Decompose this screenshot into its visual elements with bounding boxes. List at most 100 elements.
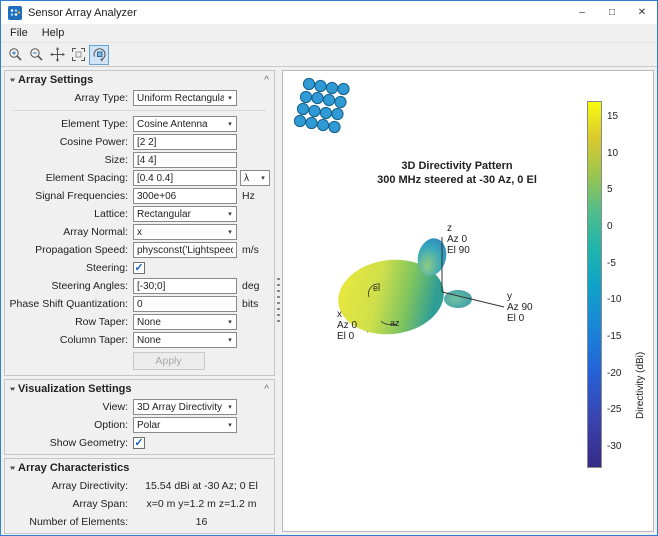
check-icon: ✓ xyxy=(134,262,144,274)
propagation-speed-input[interactable] xyxy=(133,242,237,258)
field-row-size: Size: xyxy=(5,151,274,169)
chevron-down-icon: ▾ xyxy=(228,422,232,429)
lattice-select[interactable]: Rectangular ▾ xyxy=(133,206,237,222)
colorbar-label: Directivity (dBi) xyxy=(635,351,646,419)
show-geometry-checkbox[interactable]: ✓ xyxy=(133,437,145,449)
splitter-grip[interactable] xyxy=(277,278,280,324)
chevron-down-icon: ▾ xyxy=(228,95,232,102)
rotate-3d-button[interactable] xyxy=(89,44,109,65)
element-spacing-input[interactable] xyxy=(133,170,237,186)
field-row-element-spacing: Element Spacing: λ ▾ xyxy=(5,169,274,187)
fit-to-view-button[interactable] xyxy=(68,45,88,65)
select-value: Uniform Rectangular xyxy=(137,92,224,104)
axis-label-line: y xyxy=(507,291,512,302)
collapse-icon[interactable]: ▾▾ xyxy=(10,464,15,472)
rotate-3d-icon xyxy=(93,48,106,62)
phase-shift-quantization-input[interactable] xyxy=(133,296,237,312)
field-row-array-normal: Array Normal: x ▾ xyxy=(5,223,274,241)
plot-title-line2: 300 MHz steered at -30 Az, 0 El xyxy=(377,174,537,186)
visualization-settings-panel: ▾▾ Visualization Settings ^ View: 3D Arr… xyxy=(4,379,275,455)
field-label: Cosine Power: xyxy=(59,136,128,148)
zoom-out-button[interactable] xyxy=(26,45,46,65)
chevron-down-icon: ▾ xyxy=(228,337,232,344)
field-label: Propagation Speed: xyxy=(35,244,128,256)
axis-label-line: Az 0 xyxy=(337,320,358,331)
az-label: az xyxy=(390,318,400,328)
window-title: Sensor Array Analyzer xyxy=(28,6,137,19)
apply-button[interactable]: Apply xyxy=(132,352,205,370)
fit-to-view-icon xyxy=(71,48,85,61)
field-row-column-taper: Column Taper: None ▾ xyxy=(5,331,274,349)
steering-checkbox[interactable]: ✓ xyxy=(133,262,145,274)
column-taper-select[interactable]: None ▾ xyxy=(133,332,237,348)
panel-title: Array Settings xyxy=(18,74,94,86)
cosine-power-input[interactable] xyxy=(133,134,237,150)
size-input[interactable] xyxy=(133,152,237,168)
field-row-propagation-speed: Propagation Speed: m/s xyxy=(5,241,274,259)
array-characteristics-panel: ▾▾ Array Characteristics Array Directivi… xyxy=(4,458,275,534)
array-type-select[interactable]: Uniform Rectangular ▾ xyxy=(133,90,237,106)
field-label: Steering Angles: xyxy=(51,280,128,292)
select-value: Rectangular xyxy=(137,208,191,220)
zoom-out-icon xyxy=(29,48,43,61)
steering-angles-input[interactable] xyxy=(133,278,237,294)
char-label: Number of Elements: xyxy=(29,516,128,528)
array-normal-select[interactable]: x ▾ xyxy=(133,224,237,240)
array-directivity-value: 15.54 dBi at -30 Az; 0 El xyxy=(145,480,258,492)
chevron-down-icon: ▾ xyxy=(228,121,232,128)
unit-label: m/s xyxy=(242,244,259,256)
colorbar-tick: 5 xyxy=(607,184,613,195)
element-type-select[interactable]: Cosine Antenna ▾ xyxy=(133,116,237,132)
zoom-in-icon xyxy=(8,48,22,61)
collapse-icon[interactable]: ▾▾ xyxy=(10,76,15,84)
spacing-unit-select[interactable]: λ ▾ xyxy=(240,170,270,186)
select-value: None xyxy=(137,316,161,328)
row-taper-select[interactable]: None ▾ xyxy=(133,314,237,330)
window-controls: – □ ✕ xyxy=(567,1,657,24)
field-label: Show Geometry: xyxy=(49,437,128,449)
chevron-down-icon: ▾ xyxy=(228,211,232,218)
signal-frequencies-input[interactable] xyxy=(133,188,237,204)
menu-file[interactable]: File xyxy=(3,25,35,41)
field-row-lattice: Lattice: Rectangular ▾ xyxy=(5,205,274,223)
array-span-value: x=0 m y=1.2 m z=1.2 m xyxy=(146,498,257,510)
colorbar-tick: -30 xyxy=(607,441,622,452)
field-label: Size: xyxy=(104,154,128,166)
back-lobe xyxy=(444,290,472,308)
close-button[interactable]: ✕ xyxy=(627,1,657,24)
panel-title: Array Characteristics xyxy=(18,462,130,474)
collapse-icon[interactable]: ▾▾ xyxy=(10,385,15,393)
array-geometry xyxy=(293,77,350,134)
main-content: ▾▾ Array Settings ^ Array Type: Uniform … xyxy=(1,67,657,535)
panel-collapse-button[interactable]: ^ xyxy=(264,75,269,86)
field-label: Array Type: xyxy=(74,92,129,104)
plot-area[interactable]: 3D Directivity Pattern 300 MHz steered a… xyxy=(282,70,654,532)
pan-icon xyxy=(49,47,65,62)
field-row-option: Option: Polar ▾ xyxy=(5,416,274,434)
unit-label: bits xyxy=(242,298,259,310)
number-of-elements-value: 16 xyxy=(195,516,208,528)
pan-button[interactable] xyxy=(47,45,67,65)
menubar: File Help xyxy=(1,24,657,43)
select-value: x xyxy=(137,226,142,238)
axis-label-line: El 90 xyxy=(447,245,470,256)
maximize-button[interactable]: □ xyxy=(597,1,627,24)
zoom-in-button[interactable] xyxy=(5,45,25,65)
titlebar: Sensor Array Analyzer – □ ✕ xyxy=(1,1,657,24)
option-select[interactable]: Polar ▾ xyxy=(133,417,237,433)
minimize-button[interactable]: – xyxy=(567,1,597,24)
colorbar-tick: 15 xyxy=(607,111,619,122)
view-select[interactable]: 3D Array Directivity ▾ xyxy=(133,399,237,415)
plot-title-line1: 3D Directivity Pattern xyxy=(401,160,513,172)
field-row-view: View: 3D Array Directivity ▾ xyxy=(5,398,274,416)
toolbar xyxy=(1,43,657,67)
chevron-down-icon: ▾ xyxy=(228,404,232,411)
splitter[interactable] xyxy=(275,67,282,535)
panel-collapse-button[interactable]: ^ xyxy=(264,384,269,395)
char-row-array-span: Array Span: x=0 m y=1.2 m z=1.2 m xyxy=(5,495,274,513)
menu-help[interactable]: Help xyxy=(35,25,72,41)
colorbar-tick: -5 xyxy=(607,258,616,269)
field-row-show-geometry: Show Geometry: ✓ xyxy=(5,434,274,452)
field-label: View: xyxy=(102,401,129,413)
field-label: Phase Shift Quantization: xyxy=(9,298,129,310)
